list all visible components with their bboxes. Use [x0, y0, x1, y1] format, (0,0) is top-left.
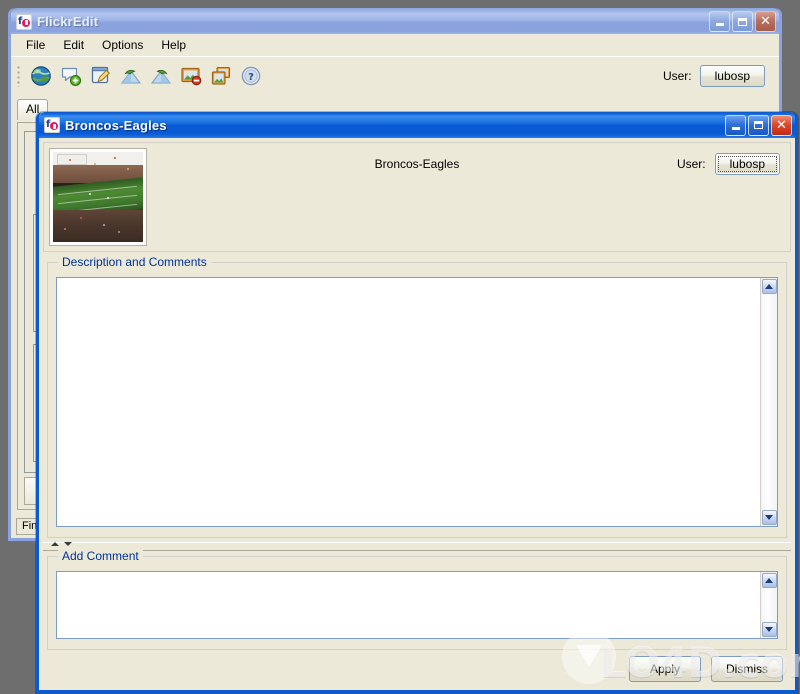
image-remove-icon[interactable] — [176, 61, 206, 91]
close-button[interactable]: ✕ — [771, 114, 792, 136]
apply-button[interactable]: Apply — [629, 656, 701, 682]
main-window-title: FlickrEdit — [37, 14, 99, 29]
menu-help[interactable]: Help — [152, 36, 195, 54]
add-comment-group: Add Comment — [47, 549, 787, 650]
comment-add-icon[interactable] — [56, 61, 86, 91]
help-icon[interactable]: ? — [236, 61, 266, 91]
photo-detail-body: Broncos-Eagles User: lubosp Description … — [39, 138, 795, 690]
photo-detail-window: f Broncos-Eagles ✕ Broncos-Eagles User: … — [36, 112, 798, 693]
splitter-arrows[interactable] — [51, 542, 72, 546]
chevron-up-icon — [765, 284, 773, 289]
add-comment-scrollbar[interactable] — [760, 572, 777, 638]
scrollbar-track[interactable] — [762, 588, 776, 622]
scroll-down-button[interactable] — [761, 510, 777, 525]
upload-icon[interactable] — [116, 61, 146, 91]
minimize-button[interactable] — [709, 11, 730, 32]
maximize-button[interactable] — [732, 11, 753, 32]
image-copy-icon[interactable] — [206, 61, 236, 91]
menu-file[interactable]: File — [17, 36, 54, 54]
user-button[interactable]: lubosp — [699, 65, 765, 87]
collapse-down-icon[interactable] — [64, 542, 72, 546]
description-scrollbar[interactable] — [760, 278, 777, 526]
download-icon[interactable] — [146, 61, 176, 91]
minimize-button[interactable] — [725, 114, 746, 136]
user-label: User: — [662, 69, 692, 83]
photo-user-area: User: lubosp — [677, 153, 780, 175]
description-text[interactable] — [57, 278, 760, 526]
toolbar-user-area: User: lubosp — [663, 65, 779, 87]
menubar: File Edit Options Help — [11, 34, 779, 56]
add-comment-group-label: Add Comment — [58, 549, 143, 563]
maximize-button[interactable] — [748, 114, 769, 136]
dismiss-button[interactable]: Dismiss — [711, 656, 783, 682]
scrollbar-track[interactable] — [762, 294, 776, 510]
collapse-up-icon[interactable] — [51, 542, 59, 546]
main-window-buttons: ✕ — [709, 11, 776, 32]
user-button[interactable]: lubosp — [714, 153, 780, 175]
scroll-up-button[interactable] — [761, 279, 777, 294]
flickr-app-icon: f — [16, 13, 32, 30]
add-comment-textarea[interactable] — [56, 571, 778, 639]
add-comment-text[interactable] — [57, 572, 760, 638]
scroll-up-button[interactable] — [761, 573, 777, 588]
chevron-down-icon — [765, 515, 773, 520]
photo-detail-title: Broncos-Eagles — [65, 117, 167, 133]
photo-header: Broncos-Eagles User: lubosp — [43, 142, 791, 252]
photo-detail-titlebar[interactable]: f Broncos-Eagles ✕ — [39, 112, 795, 138]
toolbar: ? User: lubosp — [11, 56, 779, 95]
dialog-buttons: Apply Dismiss — [629, 656, 783, 682]
scroll-down-button[interactable] — [761, 622, 777, 637]
flickr-app-icon: f — [44, 117, 60, 133]
pane-splitter[interactable] — [43, 542, 791, 551]
globe-icon[interactable] — [26, 61, 56, 91]
menu-edit[interactable]: Edit — [54, 36, 93, 54]
menu-options[interactable]: Options — [93, 36, 152, 54]
chevron-up-icon — [765, 578, 773, 583]
toolbar-grip[interactable] — [17, 65, 20, 87]
photo-detail-window-buttons: ✕ — [725, 114, 792, 136]
main-window-titlebar[interactable]: f FlickrEdit ✕ — [11, 8, 779, 35]
description-textarea[interactable] — [56, 277, 778, 527]
description-group: Description and Comments — [47, 255, 787, 538]
edit-note-icon[interactable] — [86, 61, 116, 91]
description-group-label: Description and Comments — [58, 255, 211, 269]
svg-text:?: ? — [248, 72, 254, 83]
desktop-screen: f FlickrEdit ✕ File Edit Options Help ? … — [0, 0, 800, 694]
user-label: User: — [676, 157, 706, 171]
chevron-down-icon — [765, 627, 773, 632]
close-button[interactable]: ✕ — [755, 11, 776, 32]
